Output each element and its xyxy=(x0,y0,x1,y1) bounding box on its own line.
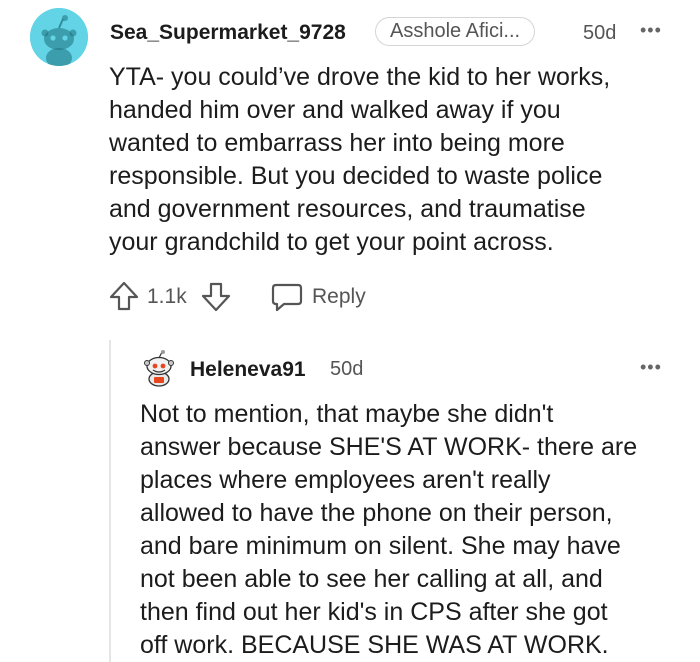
reply-body: Not to mention, that maybe she didn't an… xyxy=(140,398,637,662)
reply-avatar[interactable] xyxy=(140,349,178,387)
reply-button[interactable]: Reply xyxy=(270,281,400,313)
downvote-arrow-icon xyxy=(201,282,231,312)
downvote-button[interactable] xyxy=(200,281,232,313)
comment-line: responsible. But you decided to waste po… xyxy=(109,162,603,190)
reply-line: places where employees aren't really xyxy=(140,466,551,494)
comment-line: handed him over and walked away if you xyxy=(109,96,561,124)
comment-age: 50d xyxy=(583,22,617,44)
vote-score: 1.1k xyxy=(147,285,187,308)
avatar[interactable] xyxy=(30,8,88,66)
reply-username[interactable]: Heleneva91 xyxy=(190,358,306,382)
reply-line: and bare minimum on silent. She may have xyxy=(140,532,621,560)
reply-line: allowed to have the phone on their perso… xyxy=(140,499,613,527)
comment-body: YTA- you could’ve drove the kid to her w… xyxy=(109,61,610,259)
comment-line: your grandchild to get your point across… xyxy=(109,228,554,256)
reply-line: Not to mention, that maybe she didn't xyxy=(140,400,554,428)
reply-line: not been able to see her calling at all,… xyxy=(140,565,603,593)
snoo-avatar-icon xyxy=(30,8,88,66)
comment-line: YTA- you could’ve drove the kid to her w… xyxy=(109,63,611,91)
reply-label: Reply xyxy=(312,285,366,308)
comment-line: and government resources, and traumatise xyxy=(109,195,586,223)
comment-username[interactable]: Sea_Supermarket_9728 xyxy=(110,21,346,45)
reply-line: answer because SHE'S AT WORK- there are xyxy=(140,433,638,461)
user-flair: Asshole Afici... xyxy=(375,17,536,46)
upvote-arrow-icon xyxy=(109,281,139,311)
more-options-icon[interactable]: ••• xyxy=(640,357,662,378)
upvote-button[interactable] xyxy=(108,280,140,312)
reply-line: off work. BECAUSE SHE WAS AT WORK. xyxy=(140,631,609,659)
more-options-icon[interactable]: ••• xyxy=(640,20,662,41)
thread-line[interactable] xyxy=(109,340,111,662)
reply-age: 50d xyxy=(330,358,364,380)
speech-bubble-icon xyxy=(271,283,303,312)
reply-line: then find out her kid's in CPS after she… xyxy=(140,598,608,626)
comment-line: wanted to embarrass her into being more xyxy=(109,129,565,157)
snoo-avatar-icon xyxy=(144,350,174,387)
